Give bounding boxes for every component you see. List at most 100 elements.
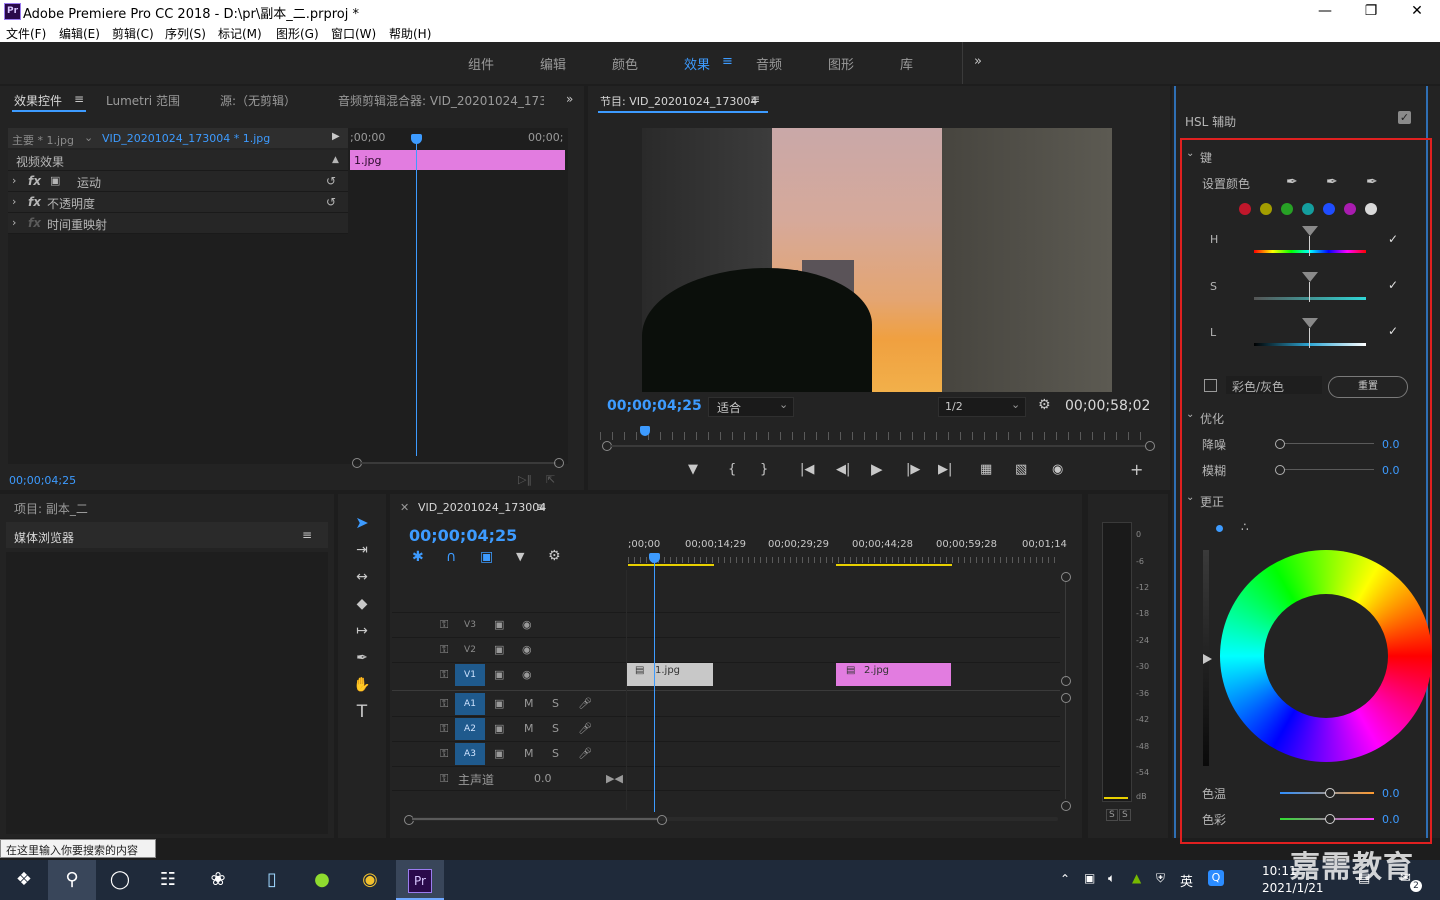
hsl-enable-checkbox[interactable]: ✓ xyxy=(1398,111,1411,124)
expand-chevron-icon[interactable]: › xyxy=(12,216,16,229)
denoise-value[interactable]: 0.0 xyxy=(1382,438,1400,451)
qq-icon[interactable]: Q xyxy=(1208,870,1224,886)
mark-out-icon[interactable]: } xyxy=(760,462,768,477)
workspace-audio[interactable]: 音频 xyxy=(756,54,782,73)
network-icon[interactable]: ▣ xyxy=(1084,871,1095,885)
tab-source[interactable]: 源:（无剪辑） xyxy=(220,92,296,109)
chevron-down-icon[interactable]: ⌄ xyxy=(1186,492,1194,503)
track-target-v3[interactable]: V3 xyxy=(455,614,485,636)
a-scroll-handle[interactable] xyxy=(1061,693,1071,703)
security-shield-icon[interactable]: ⛨ xyxy=(1156,871,1165,886)
toggle-sync-icon[interactable]: ▣ xyxy=(494,747,504,760)
denoise-slider-track[interactable] xyxy=(1280,443,1374,444)
track-select-tool-icon[interactable]: ⇥ xyxy=(352,540,372,560)
sequence-tab[interactable]: VID_20201024_173004 xyxy=(418,501,546,514)
tab-project[interactable]: 项目: 副本_二 xyxy=(14,500,88,517)
program-current-timecode[interactable]: 00;00;04;25 xyxy=(607,398,702,414)
extract-icon[interactable]: ▧ xyxy=(1015,462,1027,477)
program-menu-icon[interactable]: ≡ xyxy=(750,92,760,106)
reset-effect-icon[interactable]: ↺ xyxy=(326,174,336,188)
selection-tool-icon[interactable]: ➤ xyxy=(352,513,372,533)
lift-icon[interactable]: ▦ xyxy=(980,462,992,477)
saturation-enable-check[interactable]: ✓ xyxy=(1388,278,1398,292)
v-scroll-handle[interactable] xyxy=(1061,572,1071,582)
effect-row-time-remap[interactable]: › fx 时间重映射 xyxy=(8,213,348,234)
track-target-v1[interactable]: V1 xyxy=(455,664,485,686)
toggle-sync-icon[interactable]: ▣ xyxy=(494,643,504,656)
color-preset-gray[interactable] xyxy=(1365,203,1377,215)
timeline-timecode[interactable]: 00;00;04;25 xyxy=(409,526,517,545)
program-scrollbar[interactable] xyxy=(610,445,1146,447)
input-language[interactable]: 英 xyxy=(1180,871,1193,890)
key-section-label[interactable]: 键 xyxy=(1200,149,1212,166)
slip-tool-icon[interactable]: ↦ xyxy=(352,621,372,641)
color-gray-field[interactable]: 彩色/灰色 xyxy=(1226,376,1322,394)
lock-icon[interactable]: ⚿ xyxy=(440,772,448,786)
denoise-slider-handle[interactable] xyxy=(1275,439,1285,449)
solo-left-button[interactable]: S xyxy=(1106,809,1118,821)
three-wheel-mode-icon[interactable]: ∴ xyxy=(1241,520,1249,534)
video-vertical-scrollbar[interactable] xyxy=(1065,582,1066,678)
solo-button[interactable]: S xyxy=(552,722,559,735)
workspace-more-icon[interactable]: » xyxy=(974,54,982,69)
razor-tool-icon[interactable]: ◆ xyxy=(352,594,372,614)
tab-effect-controls[interactable]: 效果控件 xyxy=(14,92,62,109)
reset-button[interactable]: 重置 xyxy=(1328,376,1408,398)
wrench-icon[interactable]: ⚙ xyxy=(1038,397,1051,413)
desktop-icon[interactable]: ▤ xyxy=(1358,871,1370,886)
taskbar-app-pinwheel[interactable]: ❀ xyxy=(194,860,242,900)
timeline-clip-2[interactable]: ▤ 2.jpg xyxy=(836,663,951,686)
v-scroll-handle[interactable] xyxy=(1061,676,1071,686)
tab-audio-clip-mixer[interactable]: 音频剪辑混合器: VID_20201024_17300 xyxy=(338,92,544,109)
panel-menu-icon[interactable]: ≡ xyxy=(74,92,84,106)
nest-sequence-icon[interactable]: ✱ xyxy=(412,549,424,565)
solo-button[interactable]: S xyxy=(552,697,559,710)
timeline-clip-1[interactable]: ▤ 1.jpg xyxy=(627,663,713,686)
mute-button[interactable]: M xyxy=(524,722,534,735)
hue-enable-check[interactable]: ✓ xyxy=(1388,232,1398,246)
single-wheel-mode-icon[interactable] xyxy=(1216,525,1223,532)
workspace-menu-icon[interactable]: ≡ xyxy=(722,54,733,69)
taskbar-app-notes[interactable]: ▯ xyxy=(248,860,296,900)
timeline-settings-icon[interactable]: ⚙ xyxy=(548,548,561,564)
microphone-icon[interactable]: 🎤︎ xyxy=(578,697,592,710)
eye-icon[interactable]: ◉ xyxy=(522,643,532,656)
expand-chevron-icon[interactable]: › xyxy=(12,195,16,208)
workspace-libraries[interactable]: 库 xyxy=(900,54,913,73)
tint-value[interactable]: 0.0 xyxy=(1382,813,1400,826)
start-button[interactable]: ❖ xyxy=(0,860,48,900)
mark-in-icon[interactable]: { xyxy=(728,462,736,477)
export-frame-icon[interactable]: ⇱ xyxy=(546,473,555,486)
master-volume-value[interactable]: 0.0 xyxy=(534,772,552,785)
workspace-editing[interactable]: 编辑 xyxy=(540,54,566,73)
program-playhead[interactable] xyxy=(640,426,650,436)
luminance-enable-check[interactable]: ✓ xyxy=(1388,324,1398,338)
menu-sequence[interactable]: 序列(S) xyxy=(165,25,206,42)
lock-icon[interactable]: ⚿ xyxy=(440,643,448,657)
color-preset-blue[interactable] xyxy=(1323,203,1335,215)
luminance-top-handle[interactable] xyxy=(1302,318,1318,328)
tint-slider-handle[interactable] xyxy=(1325,814,1335,824)
step-forward-icon[interactable]: |▶ xyxy=(906,462,920,477)
microphone-icon[interactable]: 🎤︎ xyxy=(578,747,592,760)
volume-icon[interactable]: 🔈︎ xyxy=(1108,871,1115,886)
add-marker-icon[interactable]: ▼ xyxy=(516,550,524,563)
toggle-sync-icon[interactable]: ▣ xyxy=(494,722,504,735)
sequence-clip-label[interactable]: VID_20201024_173004 * 1.jpg xyxy=(102,132,270,145)
more-tabs-icon[interactable]: » xyxy=(566,92,573,106)
search-button[interactable]: ⚲ xyxy=(48,860,96,900)
workspace-graphics[interactable]: 图形 xyxy=(828,54,854,73)
program-video-frame[interactable] xyxy=(642,128,1112,392)
solo-right-button[interactable]: S xyxy=(1119,809,1131,821)
blur-slider-handle[interactable] xyxy=(1275,465,1285,475)
horizontal-scrollbar[interactable] xyxy=(360,462,556,464)
minimize-button[interactable]: — xyxy=(1302,0,1348,22)
effect-controls-timecode[interactable]: 00;00;04;25 xyxy=(9,474,76,487)
program-scroll-end[interactable] xyxy=(1145,441,1155,451)
lock-icon[interactable]: ⚿ xyxy=(440,668,448,682)
eyedropper-subtract-icon[interactable]: ✒ xyxy=(1366,174,1378,190)
hand-tool-icon[interactable]: ✋ xyxy=(352,675,372,695)
temperature-slider-handle[interactable] xyxy=(1325,788,1335,798)
camera-icon[interactable]: ◉ xyxy=(1052,462,1063,477)
linked-selection-icon[interactable]: ▣ xyxy=(480,549,493,565)
